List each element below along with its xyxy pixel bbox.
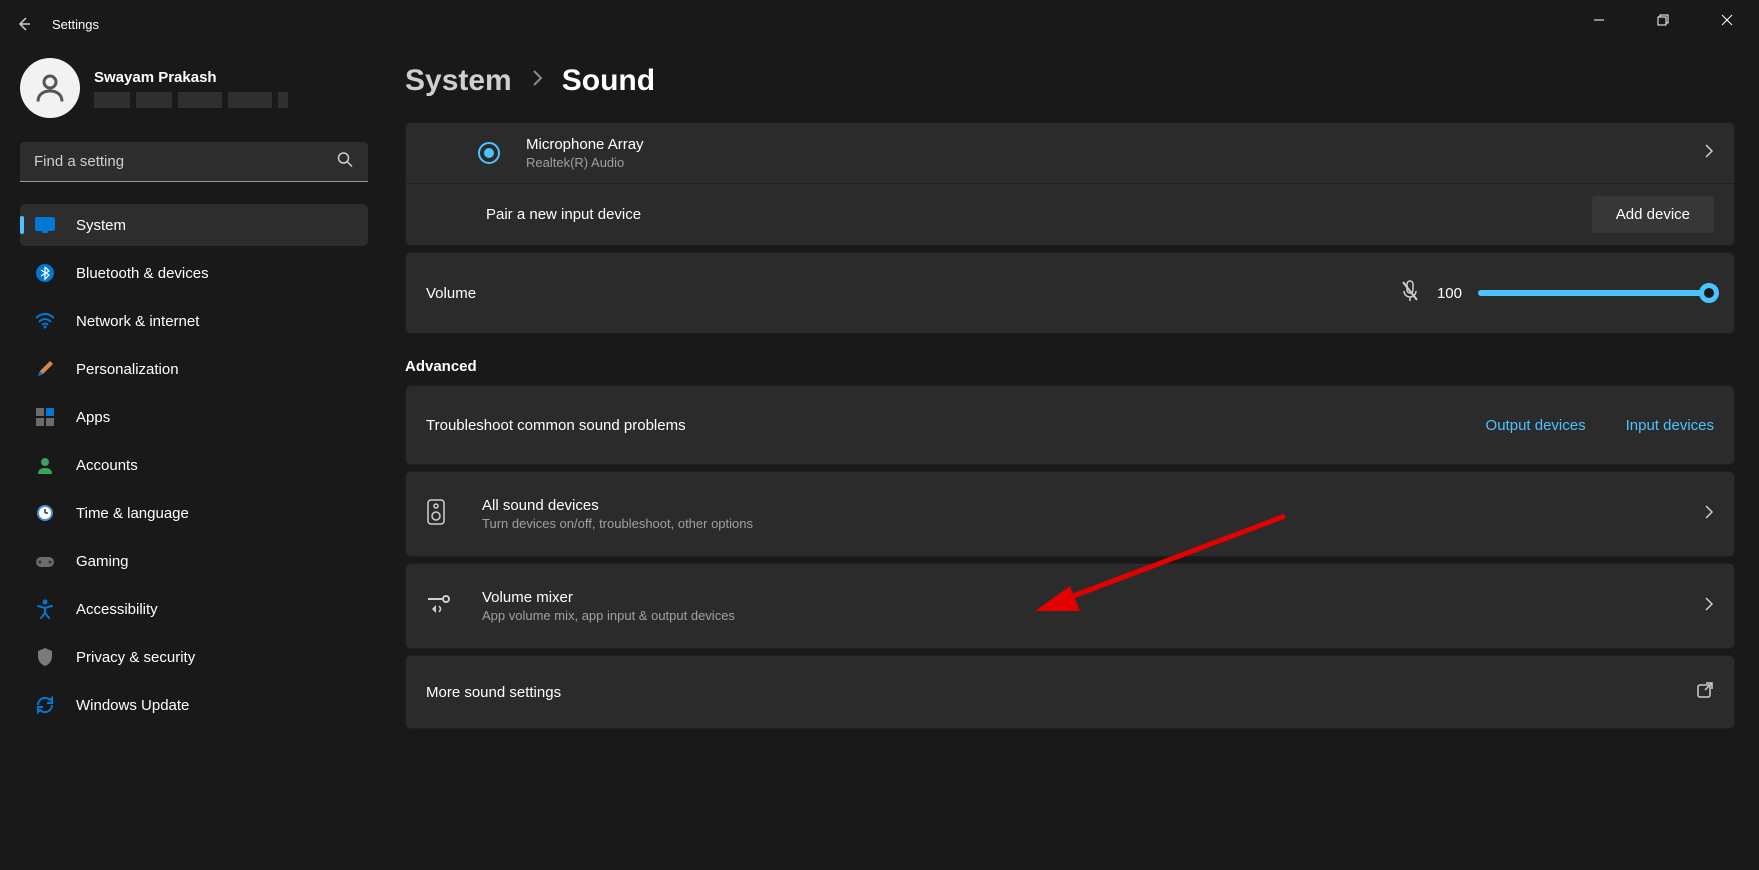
sidebar-item-label: Accounts <box>76 457 138 474</box>
troubleshoot-title: Troubleshoot common sound problems <box>426 417 686 434</box>
app-title: Settings <box>52 17 99 32</box>
volume-title: Volume <box>426 285 476 302</box>
shield-icon <box>34 646 56 668</box>
more-sound-settings-row[interactable]: More sound settings <box>406 656 1734 728</box>
input-device-row[interactable]: Microphone Array Realtek(R) Audio <box>406 123 1734 183</box>
sidebar-item-label: Accessibility <box>76 601 158 618</box>
maximize-icon <box>1657 14 1669 26</box>
mic-muted-icon[interactable] <box>1399 279 1421 308</box>
sidebar-item-accounts[interactable]: Accounts <box>20 444 368 486</box>
sidebar-item-network[interactable]: Network & internet <box>20 300 368 342</box>
profile-name: Swayam Prakash <box>94 69 288 86</box>
clock-icon <box>34 502 56 524</box>
sidebar-item-personalization[interactable]: Personalization <box>20 348 368 390</box>
input-device-title: Microphone Array <box>526 136 1704 153</box>
all-devices-subtitle: Turn devices on/off, troubleshoot, other… <box>482 516 1704 531</box>
slider-thumb[interactable] <box>1699 283 1719 303</box>
volume-mixer-row[interactable]: Volume mixer App volume mix, app input &… <box>406 564 1734 648</box>
sidebar-item-label: Gaming <box>76 553 129 570</box>
volume-slider[interactable] <box>1478 290 1714 296</box>
breadcrumb-parent[interactable]: System <box>405 64 512 98</box>
sidebar-item-apps[interactable]: Apps <box>20 396 368 438</box>
brush-icon <box>34 358 56 380</box>
breadcrumb-current: Sound <box>562 64 655 98</box>
person-icon <box>32 70 68 106</box>
input-device-subtitle: Realtek(R) Audio <box>526 155 1704 170</box>
sidebar-item-bluetooth[interactable]: Bluetooth & devices <box>20 252 368 294</box>
sidebar-item-label: Network & internet <box>76 313 199 330</box>
sidebar-item-label: Privacy & security <box>76 649 195 666</box>
person-icon <box>34 454 56 476</box>
user-profile[interactable]: Swayam Prakash <box>20 48 380 134</box>
speaker-device-icon <box>426 498 446 531</box>
all-devices-title: All sound devices <box>482 497 1704 514</box>
gamepad-icon <box>34 550 56 572</box>
back-button[interactable] <box>0 0 48 48</box>
close-button[interactable] <box>1695 0 1759 40</box>
search-icon <box>336 151 354 174</box>
sidebar-item-privacy[interactable]: Privacy & security <box>20 636 368 678</box>
volume-row: Volume 100 <box>406 253 1734 333</box>
sidebar-item-time-language[interactable]: Time & language <box>20 492 368 534</box>
maximize-button[interactable] <box>1631 0 1695 40</box>
mixer-title: Volume mixer <box>482 589 1704 606</box>
sidebar-item-label: Time & language <box>76 505 189 522</box>
radio-selected-icon[interactable] <box>478 142 500 164</box>
add-device-button[interactable]: Add device <box>1592 196 1714 233</box>
chevron-right-icon <box>530 67 544 95</box>
input-devices-link[interactable]: Input devices <box>1626 417 1714 434</box>
mixer-subtitle: App volume mix, app input & output devic… <box>482 608 1704 623</box>
external-link-icon <box>1696 681 1714 704</box>
profile-email-redacted <box>94 92 288 108</box>
output-devices-link[interactable]: Output devices <box>1486 417 1586 434</box>
bluetooth-icon <box>34 262 56 284</box>
sidebar-item-label: Apps <box>76 409 110 426</box>
apps-icon <box>34 406 56 428</box>
section-heading-advanced: Advanced <box>405 358 1735 375</box>
sidebar-item-update[interactable]: Windows Update <box>20 684 368 726</box>
sidebar-item-label: Windows Update <box>76 697 189 714</box>
avatar <box>20 58 80 118</box>
chevron-right-icon <box>1704 503 1714 526</box>
sync-icon <box>34 694 56 716</box>
display-icon <box>34 214 56 236</box>
close-icon <box>1721 14 1733 26</box>
chevron-right-icon <box>1704 142 1714 165</box>
wifi-icon <box>34 310 56 332</box>
minimize-button[interactable] <box>1567 0 1631 40</box>
sidebar-item-label: System <box>76 217 126 234</box>
back-arrow-icon <box>14 14 34 34</box>
troubleshoot-row: Troubleshoot common sound problems Outpu… <box>406 386 1734 464</box>
pair-device-title: Pair a new input device <box>486 206 641 223</box>
all-sound-devices-row[interactable]: All sound devices Turn devices on/off, t… <box>406 472 1734 556</box>
mixer-icon <box>426 593 452 620</box>
sidebar-item-label: Bluetooth & devices <box>76 265 209 282</box>
more-settings-title: More sound settings <box>426 684 561 701</box>
search-input[interactable] <box>20 142 368 182</box>
sidebar-item-system[interactable]: System <box>20 204 368 246</box>
volume-value: 100 <box>1437 285 1462 302</box>
pair-device-row: Pair a new input device Add device <box>406 183 1734 245</box>
breadcrumb: System Sound <box>405 64 1759 98</box>
sidebar-item-accessibility[interactable]: Accessibility <box>20 588 368 630</box>
sidebar-item-label: Personalization <box>76 361 179 378</box>
minimize-icon <box>1593 14 1605 26</box>
sidebar-item-gaming[interactable]: Gaming <box>20 540 368 582</box>
chevron-right-icon <box>1704 595 1714 618</box>
accessibility-icon <box>34 598 56 620</box>
